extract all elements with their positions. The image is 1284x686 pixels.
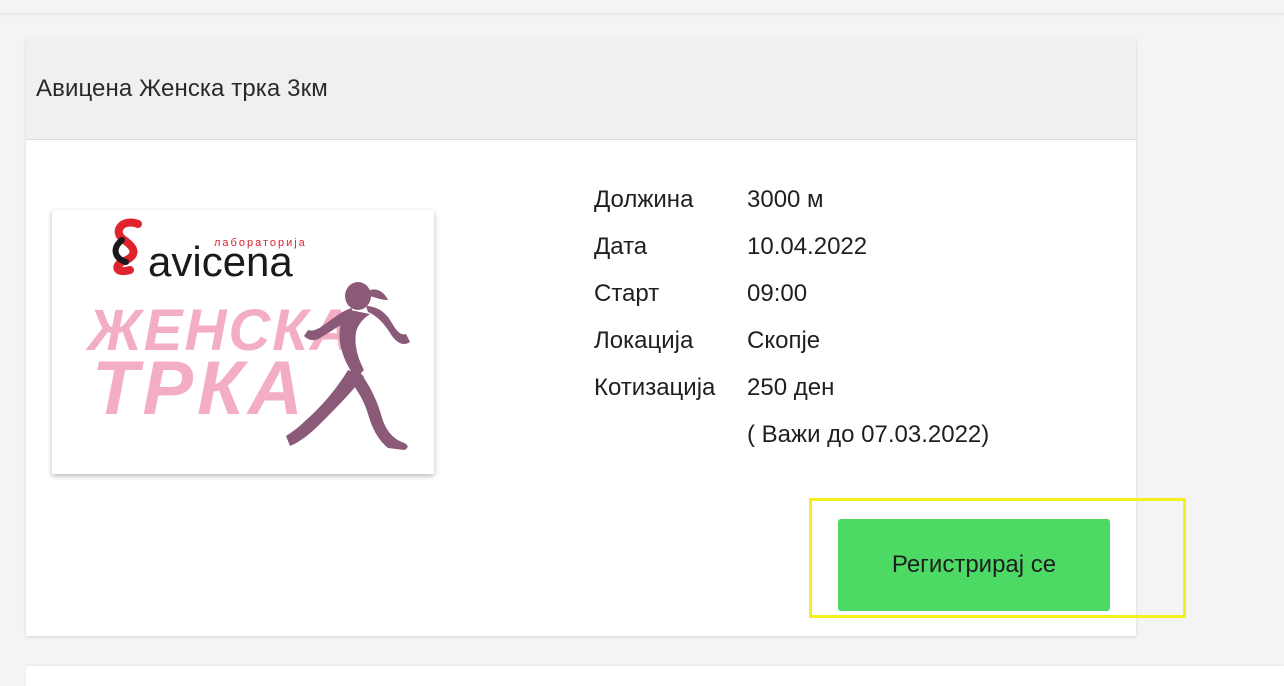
headline-line2: ТРКА	[92, 346, 307, 431]
detail-label: Котизација	[594, 374, 716, 401]
detail-row-length: Должина 3000 м	[594, 176, 989, 223]
detail-value: ( Важи до 07.03.2022)	[747, 421, 990, 448]
event-card-header: Авицена Женска трка 3км	[26, 38, 1136, 140]
detail-label: Дата	[594, 233, 648, 260]
detail-row-start: Старт 09:00	[594, 270, 989, 317]
event-card: Авицена Женска трка 3км лабораторија avi…	[26, 38, 1136, 636]
detail-value: 3000 м	[747, 186, 824, 213]
detail-row-location: Локација Скопје	[594, 317, 989, 364]
event-image: лабораторија avicena ЖЕНСКА ТРКА	[52, 210, 434, 474]
detail-label: Должина	[594, 186, 694, 213]
detail-row-date: Дата 10.04.2022	[594, 223, 989, 270]
top-strip	[0, 0, 1284, 14]
detail-label: Старт	[594, 280, 660, 307]
next-event-card	[26, 666, 1284, 686]
event-title: Авицена Женска трка 3км	[36, 74, 328, 102]
detail-value: Скопје	[747, 327, 821, 354]
detail-label: Локација	[594, 327, 694, 354]
logo-text: avicena	[148, 238, 293, 285]
event-logo-graphic: лабораторија avicena ЖЕНСКА ТРКА	[85, 218, 410, 450]
detail-value: 250 ден	[747, 374, 835, 401]
detail-row-fee: Котизација 250 ден	[594, 364, 989, 411]
register-button[interactable]: Регистрирај се	[838, 519, 1110, 611]
detail-value: 09:00	[747, 280, 808, 307]
detail-value: 10.04.2022	[747, 233, 868, 260]
detail-row-fee-validity: ( Важи до 07.03.2022)	[594, 411, 989, 458]
detail-label	[594, 411, 747, 458]
event-details: Должина 3000 м Дата 10.04.2022 Старт 09:…	[594, 176, 989, 458]
